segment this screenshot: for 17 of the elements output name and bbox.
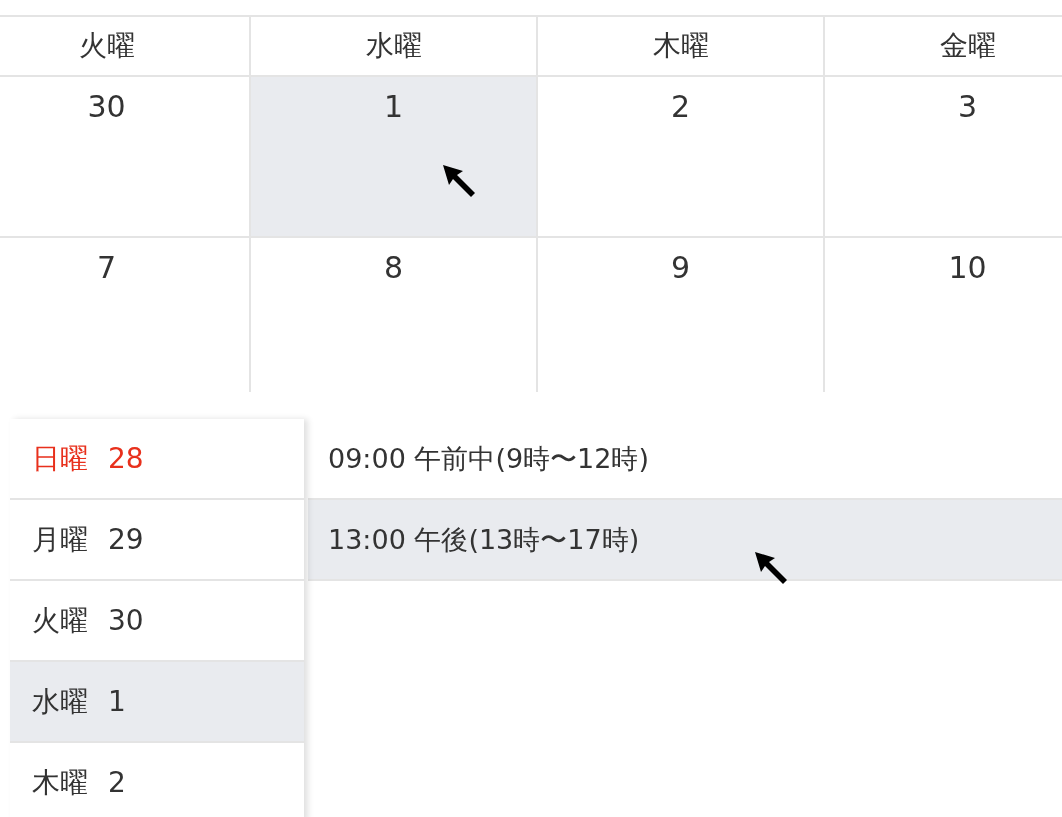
weekday-header: 火曜 bbox=[0, 17, 251, 77]
calendar-day[interactable]: 10 bbox=[825, 238, 1062, 392]
calendar-day[interactable]: 7 bbox=[0, 238, 251, 392]
weekday-header: 金曜 bbox=[825, 17, 1062, 77]
calendar-day[interactable]: 9 bbox=[538, 238, 825, 392]
calendar-day[interactable]: 8 bbox=[251, 238, 538, 392]
weekday-header: 木曜 bbox=[538, 17, 825, 77]
calendar-day[interactable]: 3 bbox=[825, 77, 1062, 238]
calendar-day[interactable]: 2 bbox=[538, 77, 825, 238]
day-list-item[interactable]: 月曜 29 bbox=[10, 500, 304, 581]
day-list-item[interactable]: 水曜 1 bbox=[10, 662, 304, 743]
time-slot[interactable]: 13:00 午後(13時〜17時) bbox=[308, 500, 1062, 581]
cursor-icon bbox=[441, 163, 477, 199]
day-list-item[interactable]: 日曜 28 bbox=[10, 419, 304, 500]
day-list-item[interactable]: 木曜 2 bbox=[10, 743, 304, 817]
cursor-icon bbox=[753, 550, 789, 586]
calendar-day[interactable]: 1 bbox=[251, 77, 538, 238]
